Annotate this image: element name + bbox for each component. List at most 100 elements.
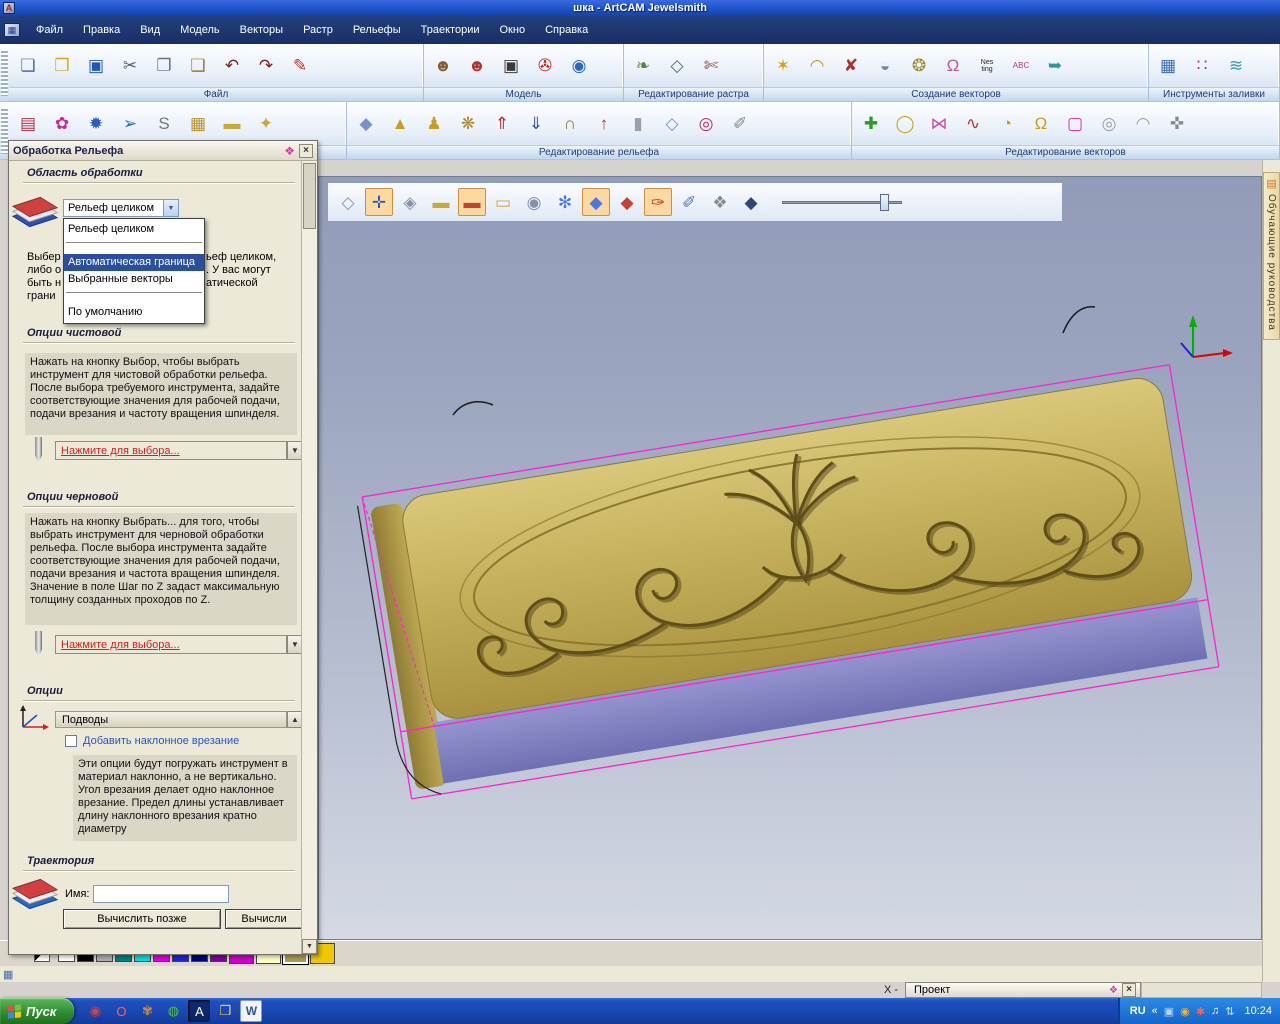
new-document-icon[interactable]: ❏ — [13, 51, 43, 81]
dropdown-item[interactable]: Автоматическая граница — [64, 254, 204, 271]
sphere-view-icon[interactable]: ◉ — [564, 51, 594, 81]
scribble-icon[interactable]: ∿ — [958, 109, 988, 139]
measure-icon[interactable]: ◒ — [870, 51, 900, 81]
pacman-icon[interactable]: ◔ — [992, 109, 1022, 139]
toolbar-grip[interactable] — [1, 49, 8, 96]
project-close-button[interactable]: × — [1122, 983, 1136, 997]
start-button[interactable]: Пуск — [0, 998, 75, 1024]
menu-item[interactable]: Файл — [26, 20, 73, 40]
toolbar-grip[interactable] — [1, 107, 8, 154]
arc-tool-icon[interactable]: ◠ — [802, 51, 832, 81]
agent-icon[interactable]: ✱ — [1196, 1005, 1205, 1018]
dropdown-item[interactable] — [66, 292, 202, 304]
vector-outline-icon[interactable]: ◇ — [662, 51, 692, 81]
paste-icon[interactable]: ❑ — [183, 51, 213, 81]
menu-item[interactable]: Правка — [73, 20, 130, 40]
wave-fill-icon[interactable]: ≋ — [1221, 51, 1251, 81]
spin-tool-icon[interactable]: ♟ — [419, 109, 449, 139]
trim-bitmap-icon[interactable]: ✄ — [696, 51, 726, 81]
lock-relief-icon[interactable]: ∩ — [555, 109, 585, 139]
brush-icon[interactable]: ✐ — [675, 188, 703, 216]
flower-icon[interactable]: ✾ — [136, 1000, 158, 1022]
snowflake-icon[interactable]: ✻ — [551, 188, 579, 216]
dome-tool-icon[interactable]: ▲ — [385, 109, 415, 139]
slider-thumb[interactable] — [879, 193, 889, 211]
column-icon[interactable]: ▮ — [623, 109, 653, 139]
menu-item[interactable]: Справка — [535, 20, 598, 40]
palette-handle-icon[interactable]: ▦ — [3, 968, 13, 981]
hourglass-icon[interactable]: ⋈ — [924, 109, 954, 139]
relief-layer-icon[interactable]: ▤ — [13, 109, 43, 139]
redo-icon[interactable]: ↷ — [251, 51, 281, 81]
language-indicator[interactable]: RU — [1130, 1005, 1146, 1017]
draw-plane-icon[interactable]: ◇ — [334, 188, 362, 216]
word-icon[interactable]: W — [240, 1000, 263, 1022]
bitmap-leaf-icon[interactable]: ❧ — [628, 51, 658, 81]
menu-item[interactable]: Модель — [170, 20, 229, 40]
material-setup-icon[interactable]: ❖ — [706, 188, 734, 216]
profile-tool-icon[interactable]: ➢ — [115, 109, 145, 139]
browser-icon[interactable]: ◉ — [84, 1000, 106, 1022]
vector-curve[interactable] — [1062, 305, 1096, 334]
shape-editor-icon[interactable]: ✿ — [47, 109, 77, 139]
block-view-icon[interactable]: ▬ — [427, 188, 455, 216]
panel-scrollbar[interactable]: ▼ — [301, 161, 317, 954]
carousel-icon[interactable]: ❋ — [453, 109, 483, 139]
panel-close-button[interactable]: × — [299, 143, 313, 158]
canvas-3d[interactable]: ◇ ✛ ◈ ▬ ▬ ▭ ◉ ✻ ◆ ◆ ✑ ✐ ❖ ◆ — [318, 176, 1262, 940]
flood-fill-icon[interactable]: ▦ — [1153, 51, 1183, 81]
shade-view-icon[interactable]: ◈ — [396, 188, 424, 216]
swoosh-icon[interactable]: ➥ — [1040, 51, 1070, 81]
render-tool-icon[interactable]: ✇ — [530, 51, 560, 81]
menu-item[interactable]: Рельефы — [343, 20, 411, 40]
red-plane-icon[interactable]: ◆ — [613, 188, 641, 216]
ramp-checkbox[interactable] — [65, 735, 77, 747]
dot-fill-icon[interactable]: ∷ — [1187, 51, 1217, 81]
display-icon[interactable]: ▣ — [1164, 1005, 1174, 1018]
diamond-view-icon[interactable]: ◆ — [737, 188, 765, 216]
cut-icon[interactable]: ✂ — [115, 51, 145, 81]
text-tool-icon[interactable]: ABC — [1006, 51, 1036, 81]
texture-relief-icon[interactable]: ✹ — [81, 109, 111, 139]
ramp-checkbox-label[interactable]: Добавить наклонное врезание — [83, 735, 239, 747]
carve-icon[interactable]: ✐ — [725, 109, 755, 139]
ring-icon[interactable]: ◯ — [890, 109, 920, 139]
area-combo[interactable]: Рельеф целиком ▼ — [63, 199, 179, 217]
tray-chevron-icon[interactable]: « — [1152, 1005, 1158, 1017]
undo-icon[interactable]: ↶ — [217, 51, 247, 81]
bag-icon[interactable]: Ω — [938, 51, 968, 81]
leads-group-header[interactable]: Подводы — [55, 711, 287, 728]
calculate-now-button[interactable]: Вычисли — [225, 909, 303, 929]
weave-texture-icon[interactable]: ▦ — [183, 109, 213, 139]
combo-arrow-icon[interactable]: ▼ — [163, 200, 178, 216]
greyscale-view-icon[interactable]: ▣ — [496, 51, 526, 81]
dropdown-item[interactable]: Выбранные векторы — [64, 271, 204, 288]
multi-view-icon[interactable]: ◆ — [582, 188, 610, 216]
nesting-icon[interactable]: Nes ting — [972, 51, 1002, 81]
tolerance-slider[interactable] — [782, 193, 902, 211]
menu-item[interactable]: Траектории — [411, 20, 490, 40]
finish-tool-select[interactable]: Нажмите для выбора... — [55, 441, 287, 460]
rough-tool-select[interactable]: Нажмите для выбора... — [55, 635, 287, 654]
teddy-bear-icon[interactable]: ☻ — [428, 51, 458, 81]
child-window-icon[interactable]: ▦ — [4, 23, 20, 37]
save-icon[interactable]: ▣ — [81, 51, 111, 81]
draw-axes-icon[interactable]: ✛ — [365, 188, 393, 216]
star-relief-icon[interactable]: ✦ — [251, 109, 281, 139]
menu-item[interactable]: Растр — [293, 20, 343, 40]
teddy-bear-color-icon[interactable]: ☻ — [462, 51, 492, 81]
menu-item[interactable]: Вид — [130, 20, 170, 40]
add-vector-icon[interactable]: ✚ — [856, 109, 886, 139]
menu-item[interactable]: Окно — [490, 20, 536, 40]
raise-relief-icon[interactable]: ⇑ — [487, 109, 517, 139]
opera-icon[interactable]: O — [110, 1000, 132, 1022]
select-relief-icon[interactable]: ◆ — [351, 109, 381, 139]
scrollbar-down-button[interactable]: ▼ — [302, 939, 317, 954]
antivirus-icon[interactable]: ◉ — [1180, 1005, 1190, 1018]
flat-plane-icon[interactable]: ▬ — [217, 109, 247, 139]
block-material-icon[interactable]: ▬ — [458, 188, 486, 216]
dropdown-item[interactable]: По умолчанию — [64, 304, 204, 321]
menu-item[interactable]: Векторы — [230, 20, 293, 40]
network-icon[interactable]: ⇅ — [1225, 1005, 1234, 1018]
volume-icon[interactable]: ♫ — [1211, 1005, 1219, 1017]
